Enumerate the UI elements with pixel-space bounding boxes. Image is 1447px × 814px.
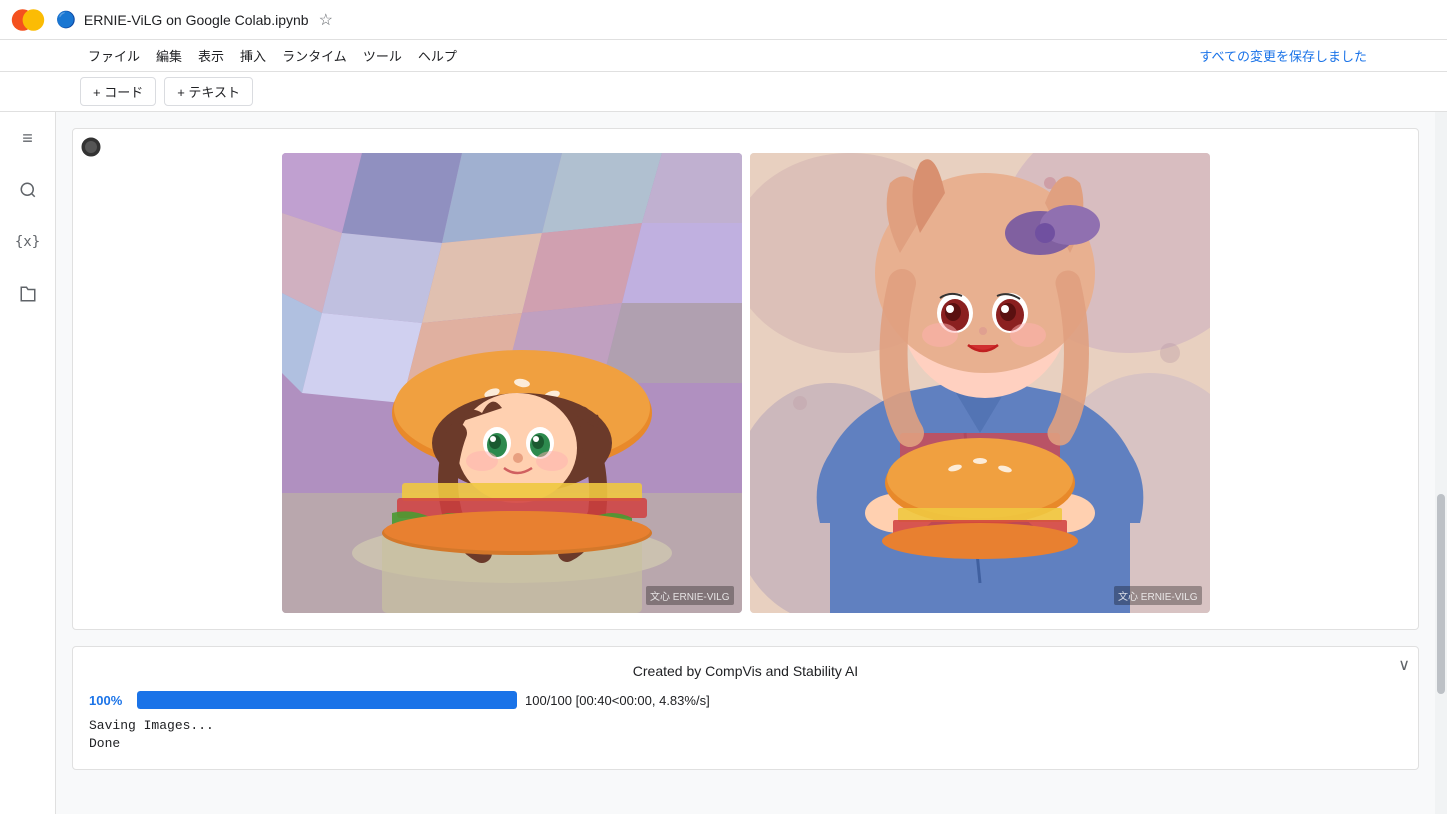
- collapse-button[interactable]: ∨: [1398, 655, 1410, 675]
- cell-output: 文心 ERNIE-VILG: [72, 128, 1419, 630]
- progress-row: 100% 100/100 [00:40<00:00, 4.83%/s]: [89, 691, 1402, 709]
- sidebar: ≡ {x}: [0, 112, 56, 814]
- menu-tools[interactable]: ツール: [355, 42, 410, 69]
- star-icon[interactable]: ☆: [319, 10, 333, 30]
- image-watermark-2: 文心 ERNIE-VILG: [1114, 586, 1201, 605]
- progress-percent: 100%: [89, 693, 129, 708]
- colab-logo: [8, 0, 48, 40]
- toolbar: + コード + テキスト: [0, 72, 1447, 112]
- terminal-line-2: Done: [89, 735, 1402, 753]
- tab-area: 🔵 ERNIE-ViLG on Google Colab.ipynb ☆: [56, 10, 333, 30]
- save-status: すべての変更を保存しました: [1199, 46, 1367, 65]
- menu-view[interactable]: 表示: [190, 42, 232, 69]
- progress-stats: 100/100 [00:40<00:00, 4.83%/s]: [525, 693, 710, 708]
- run-indicator: [81, 137, 101, 162]
- credits-text: Created by CompVis and Stability AI: [89, 663, 1402, 679]
- sidebar-menu-icon[interactable]: ≡: [10, 120, 46, 156]
- drive-icon: 🔵: [56, 10, 76, 30]
- images-grid: 文心 ERNIE-VILG: [89, 153, 1402, 613]
- sidebar-variables-icon[interactable]: {x}: [10, 224, 46, 260]
- terminal-line-1: Saving Images...: [89, 717, 1402, 735]
- scrollbar-thumb[interactable]: [1437, 494, 1445, 694]
- menu-help[interactable]: ヘルプ: [410, 42, 465, 69]
- generated-image-1: 文心 ERNIE-VILG: [282, 153, 742, 613]
- menu-bar: ファイル 編集 表示 挿入 ランタイム ツール ヘルプ すべての変更を保存しまし…: [0, 40, 1447, 72]
- menu-edit[interactable]: 編集: [148, 42, 190, 69]
- menu-runtime[interactable]: ランタイム: [274, 42, 355, 69]
- main-layout: ≡ {x}: [0, 112, 1447, 814]
- menu-file[interactable]: ファイル: [80, 42, 148, 69]
- menu-insert[interactable]: 挿入: [232, 42, 274, 69]
- tab-title: ERNIE-ViLG on Google Colab.ipynb: [84, 12, 309, 28]
- image-watermark-1: 文心 ERNIE-VILG: [646, 586, 733, 605]
- bottom-output-cell: ∨ Created by CompVis and Stability AI 10…: [72, 646, 1419, 770]
- sidebar-search-icon[interactable]: [10, 172, 46, 208]
- generated-image-2: 文心 ERNIE-VILG: [750, 153, 1210, 613]
- terminal-output: Saving Images... Done: [89, 717, 1402, 753]
- scrollbar[interactable]: [1435, 112, 1447, 814]
- content-area[interactable]: 文心 ERNIE-VILG: [56, 112, 1435, 814]
- sidebar-files-icon[interactable]: [10, 276, 46, 312]
- add-text-button[interactable]: + テキスト: [164, 77, 253, 106]
- add-code-button[interactable]: + コード: [80, 77, 156, 106]
- top-bar: 🔵 ERNIE-ViLG on Google Colab.ipynb ☆: [0, 0, 1447, 40]
- progress-bar-fill: [137, 691, 517, 709]
- progress-bar-container: [137, 691, 517, 709]
